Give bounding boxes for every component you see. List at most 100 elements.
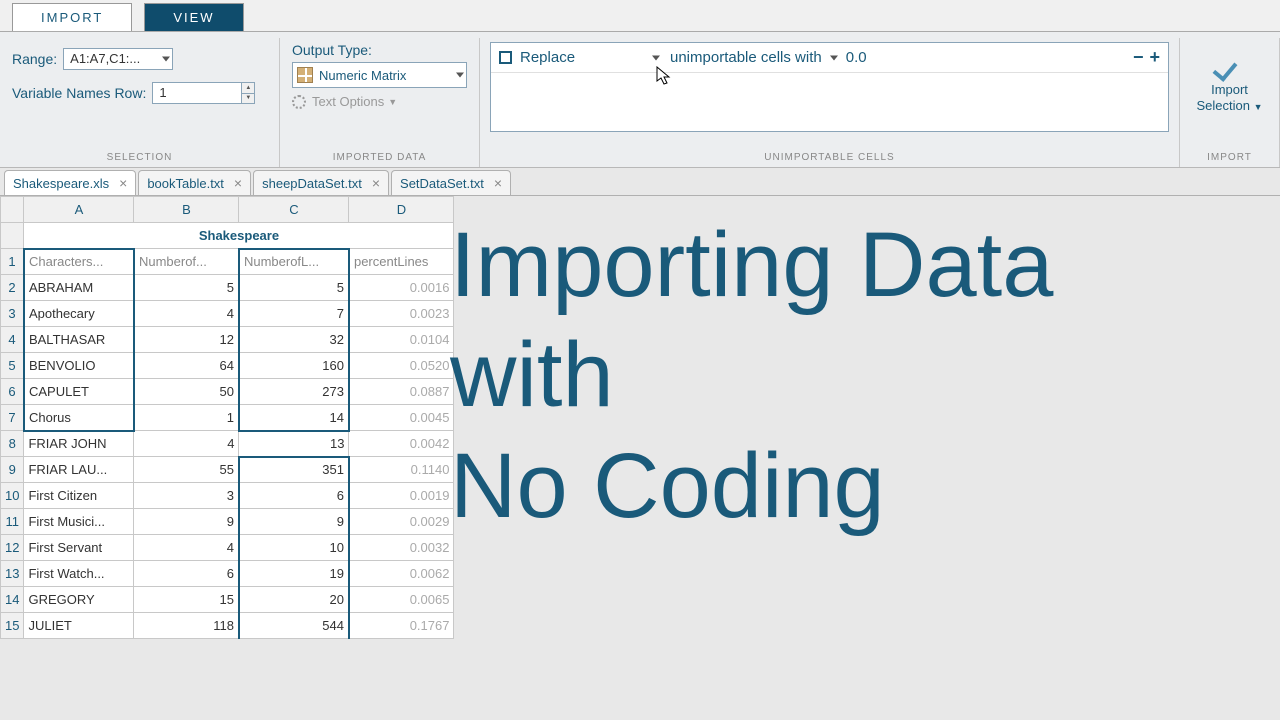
column-header[interactable]: C [239,197,349,223]
table-cell[interactable]: FRIAR LAU... [24,457,134,483]
spreadsheet[interactable]: ABCD Shakespeare1Characters...Numberof..… [0,196,454,639]
table-cell[interactable]: 4 [134,431,239,457]
file-tab[interactable]: sheepDataSet.txt× [253,170,389,195]
table-cell[interactable]: CAPULET [24,379,134,405]
close-icon[interactable]: × [119,175,127,191]
replace-action-dropdown[interactable]: Replace [520,49,670,66]
table-cell[interactable]: 6 [134,561,239,587]
column-header[interactable]: D [349,197,454,223]
replace-value-input[interactable] [846,49,926,66]
table-cell[interactable]: 118 [134,613,239,639]
table-cell[interactable]: Chorus [24,405,134,431]
column-header[interactable]: B [134,197,239,223]
row-header[interactable]: 15 [1,613,24,639]
table-cell[interactable]: 5 [134,275,239,301]
table-cell[interactable]: 0.0029 [349,509,454,535]
table-cell[interactable]: 50 [134,379,239,405]
tab-import[interactable]: IMPORT [12,3,132,31]
table-cell[interactable]: 9 [239,509,349,535]
table-cell[interactable]: 32 [239,327,349,353]
table-header-cell[interactable]: percentLines [349,249,454,275]
table-cell[interactable]: First Servant [24,535,134,561]
table-cell[interactable]: GREGORY [24,587,134,613]
row-header[interactable]: 14 [1,587,24,613]
row-header[interactable]: 12 [1,535,24,561]
table-cell[interactable]: 544 [239,613,349,639]
table-cell[interactable]: 0.0023 [349,301,454,327]
row-header[interactable]: 4 [1,327,24,353]
table-cell[interactable]: 0.0104 [349,327,454,353]
file-tab[interactable]: SetDataSet.txt× [391,170,511,195]
row-header[interactable]: 10 [1,483,24,509]
table-cell[interactable]: 6 [239,483,349,509]
table-cell[interactable]: 0.0065 [349,587,454,613]
table-cell[interactable]: 0.0520 [349,353,454,379]
row-header[interactable]: 11 [1,509,24,535]
row-header[interactable]: 6 [1,379,24,405]
table-cell[interactable]: 10 [239,535,349,561]
table-cell[interactable]: 0.0062 [349,561,454,587]
replace-cells-with-dropdown[interactable]: unimportable cells with [670,49,838,66]
row-header[interactable]: 13 [1,561,24,587]
row-header[interactable]: 2 [1,275,24,301]
table-cell[interactable]: 14 [239,405,349,431]
tab-view[interactable]: VIEW [144,3,243,31]
table-cell[interactable]: 19 [239,561,349,587]
table-cell[interactable]: 0.0019 [349,483,454,509]
table-cell[interactable]: 0.0016 [349,275,454,301]
output-type-dropdown[interactable]: Numeric Matrix [292,62,467,88]
table-cell[interactable]: 0.1767 [349,613,454,639]
table-cell[interactable]: ABRAHAM [24,275,134,301]
table-cell[interactable]: Apothecary [24,301,134,327]
table-cell[interactable]: 7 [239,301,349,327]
table-cell[interactable]: 64 [134,353,239,379]
column-header[interactable]: A [24,197,134,223]
table-header-cell[interactable]: Numberof... [134,249,239,275]
row-header[interactable]: 5 [1,353,24,379]
table-cell[interactable]: 15 [134,587,239,613]
table-cell[interactable]: 3 [134,483,239,509]
table-cell[interactable]: First Watch... [24,561,134,587]
table-cell[interactable]: 0.1140 [349,457,454,483]
table-cell[interactable]: 0.0887 [349,379,454,405]
replace-checkbox[interactable] [499,51,512,64]
file-tab[interactable]: bookTable.txt× [138,170,251,195]
table-cell[interactable]: 5 [239,275,349,301]
row-header[interactable]: 9 [1,457,24,483]
row-header[interactable]: 8 [1,431,24,457]
table-cell[interactable]: 273 [239,379,349,405]
table-cell[interactable]: First Musici... [24,509,134,535]
table-header-cell[interactable]: Characters... [24,249,134,275]
table-cell[interactable]: 0.0042 [349,431,454,457]
table-cell[interactable]: 1 [134,405,239,431]
table-cell[interactable]: FRIAR JOHN [24,431,134,457]
spinner-down-icon[interactable]: ▼ [242,94,254,104]
table-cell[interactable]: 4 [134,301,239,327]
table-header-cell[interactable]: NumberofL... [239,249,349,275]
table-cell[interactable]: 55 [134,457,239,483]
range-input[interactable]: A1:A7,C1:... [63,48,173,70]
table-cell[interactable]: 9 [134,509,239,535]
table-cell[interactable]: 0.0032 [349,535,454,561]
remove-rule-button[interactable]: − [1133,47,1144,68]
table-cell[interactable]: 12 [134,327,239,353]
var-names-row-input[interactable]: 1 [152,82,242,104]
table-cell[interactable]: 20 [239,587,349,613]
table-cell[interactable]: 160 [239,353,349,379]
close-icon[interactable]: × [234,175,242,191]
table-cell[interactable]: BENVOLIO [24,353,134,379]
table-cell[interactable]: BALTHASAR [24,327,134,353]
var-names-row-spinner[interactable]: ▲ ▼ [241,82,255,104]
table-cell[interactable]: JULIET [24,613,134,639]
spinner-up-icon[interactable]: ▲ [242,83,254,94]
table-cell[interactable]: 351 [239,457,349,483]
row-header[interactable]: 7 [1,405,24,431]
table-cell[interactable]: First Citizen [24,483,134,509]
add-rule-button[interactable]: + [1149,47,1160,68]
close-icon[interactable]: × [494,175,502,191]
row-header[interactable]: 3 [1,301,24,327]
table-cell[interactable]: 4 [134,535,239,561]
file-tab[interactable]: Shakespeare.xls× [4,170,136,195]
close-icon[interactable]: × [372,175,380,191]
import-selection-button[interactable]: Import Selection ▼ IMPORT [1180,38,1280,167]
